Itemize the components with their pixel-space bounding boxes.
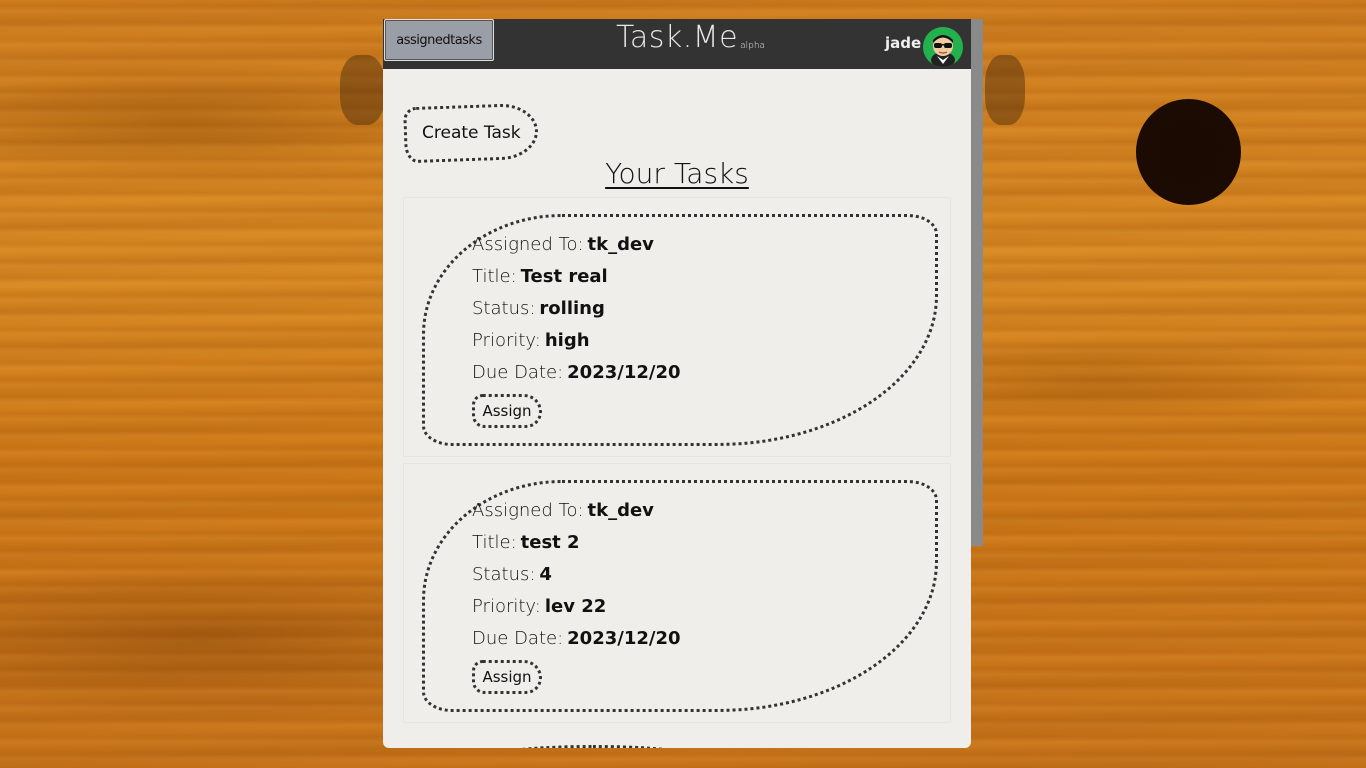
- priority-label: Priority:: [472, 330, 541, 351]
- due-date-field: Due Date: 2023/12/20: [472, 362, 681, 383]
- due-date-value: 2023/12/20: [567, 628, 681, 649]
- wood-knot: [1136, 99, 1241, 205]
- top-bar: assignedtasks Task.Me alpha jade: [383, 19, 971, 69]
- priority-field: Priority: lev 22: [472, 596, 606, 617]
- status-label: Status:: [472, 298, 536, 319]
- priority-field: Priority: high: [472, 330, 590, 351]
- assigned-to-field: Assigned To: tk_dev: [472, 500, 654, 521]
- assigned-to-field: Assigned To: tk_dev: [472, 234, 654, 255]
- brand-tag: alpha: [740, 41, 766, 51]
- assigned-to-label: Assigned To:: [472, 500, 584, 521]
- assigned-to-value: tk_dev: [587, 500, 654, 521]
- title-field: Title: Test real: [472, 266, 608, 287]
- page-title: Your Tasks: [605, 157, 749, 190]
- username: jade: [885, 34, 922, 52]
- due-date-value: 2023/12/20: [567, 362, 681, 383]
- app-window: assignedtasks Task.Me alpha jade Create …: [383, 19, 971, 748]
- wood-dark-patch: [985, 55, 1025, 125]
- assigned-tasks-button[interactable]: assignedtasks: [384, 19, 494, 61]
- title-label: Title:: [472, 266, 517, 287]
- title-field: Title: test 2: [472, 532, 580, 553]
- create-task-button[interactable]: Create Task: [403, 102, 539, 164]
- assign-button[interactable]: Assign: [472, 394, 542, 428]
- task-card: Assigned To: tk_dev Title: Test real Statu…: [403, 197, 951, 457]
- title-value: Test real: [520, 266, 608, 287]
- title-value: test 2: [520, 532, 580, 553]
- wood-dark-patch: [340, 55, 385, 125]
- priority-label: Priority:: [472, 596, 541, 617]
- due-date-label: Due Date:: [472, 362, 564, 383]
- due-date-label: Due Date:: [472, 628, 564, 649]
- status-field: Status: 4: [472, 564, 552, 585]
- status-label: Status:: [472, 564, 536, 585]
- task-card: Assigned To: tk_dev Title: test 2 Status: 4…: [403, 463, 951, 723]
- assigned-to-value: tk_dev: [587, 234, 654, 255]
- scrollbar[interactable]: [971, 19, 983, 546]
- brand-logo: Task.Me alpha: [616, 21, 765, 55]
- status-value: rolling: [539, 298, 605, 319]
- title-label: Title:: [472, 532, 517, 553]
- next-task-card-peek: [503, 745, 683, 748]
- status-field: Status: rolling: [472, 298, 605, 319]
- brand-name: Task.Me: [616, 20, 739, 55]
- create-task-label: Create Task: [421, 123, 521, 143]
- assigned-to-label: Assigned To:: [472, 234, 584, 255]
- assign-button[interactable]: Assign: [472, 660, 542, 694]
- user-avatar-icon[interactable]: [923, 27, 963, 67]
- status-value: 4: [539, 564, 552, 585]
- due-date-field: Due Date: 2023/12/20: [472, 628, 681, 649]
- priority-value: high: [544, 330, 590, 351]
- priority-value: lev 22: [544, 596, 607, 617]
